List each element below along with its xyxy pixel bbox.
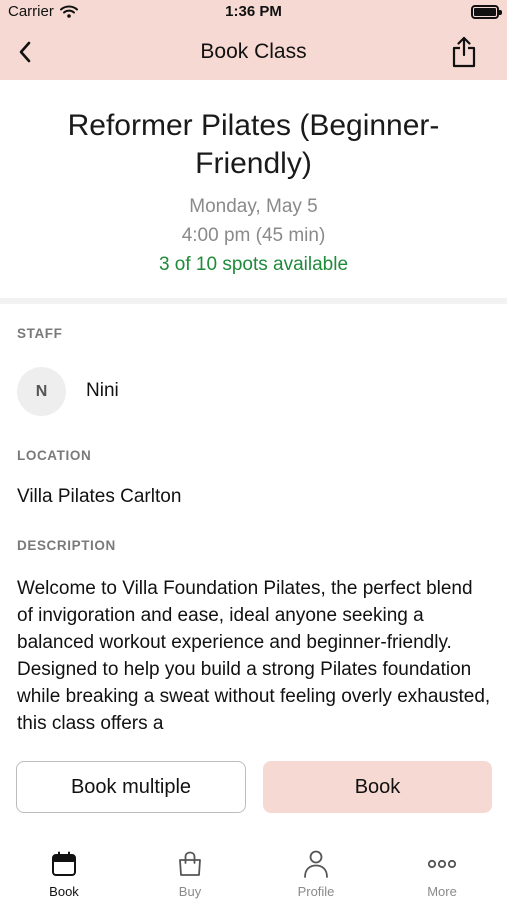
staff-label: STAFF bbox=[17, 326, 63, 341]
bag-icon bbox=[179, 851, 201, 876]
tab-book[interactable]: Book bbox=[1, 834, 127, 900]
status-bar: Carrier 1:36 PM bbox=[0, 0, 507, 26]
book-multiple-button[interactable]: Book multiple bbox=[16, 761, 246, 813]
book-label: Book bbox=[354, 775, 401, 798]
calendar-icon bbox=[52, 851, 76, 876]
description-text: Welcome to Villa Foundation Pilates, the… bbox=[17, 578, 491, 734]
tab-bar: Book Buy Profile More bbox=[0, 834, 507, 900]
person-icon bbox=[304, 850, 328, 878]
location-value: Villa Pilates Carlton bbox=[17, 486, 182, 507]
class-time: 4:00 pm (45 min) bbox=[181, 225, 326, 246]
tab-buy[interactable]: Buy bbox=[127, 834, 253, 900]
book-button[interactable]: Book bbox=[263, 761, 492, 813]
more-icon bbox=[427, 859, 457, 869]
spots-available: 3 of 10 spots available bbox=[158, 254, 349, 275]
section-divider bbox=[0, 298, 507, 304]
tab-book-label: Book bbox=[49, 884, 79, 899]
page-title: Book Class bbox=[200, 40, 307, 63]
tab-more[interactable]: More bbox=[379, 834, 505, 900]
tab-buy-label: Buy bbox=[178, 884, 202, 899]
share-icon bbox=[452, 36, 476, 68]
location-label: LOCATION bbox=[17, 448, 92, 463]
tab-more-label: More bbox=[427, 884, 457, 899]
avatar: N bbox=[17, 367, 66, 416]
tab-profile[interactable]: Profile bbox=[253, 834, 379, 900]
class-title: Reformer Pilates (Beginner-Friendly) bbox=[67, 109, 440, 180]
status-time: 1:36 PM bbox=[225, 3, 282, 20]
class-header: Reformer Pilates (Beginner-Friendly) Mon… bbox=[0, 80, 507, 298]
tab-profile-label: Profile bbox=[297, 884, 335, 899]
staff-name: Nini bbox=[86, 380, 119, 401]
book-multiple-label: Book multiple bbox=[70, 775, 192, 798]
nav-bar: Book Class bbox=[0, 26, 507, 80]
class-date: Monday, May 5 bbox=[189, 196, 318, 217]
share-button[interactable] bbox=[449, 35, 479, 69]
description-label: DESCRIPTION bbox=[17, 538, 116, 553]
battery-icon bbox=[471, 5, 502, 19]
avatar-initial: N bbox=[35, 382, 48, 400]
